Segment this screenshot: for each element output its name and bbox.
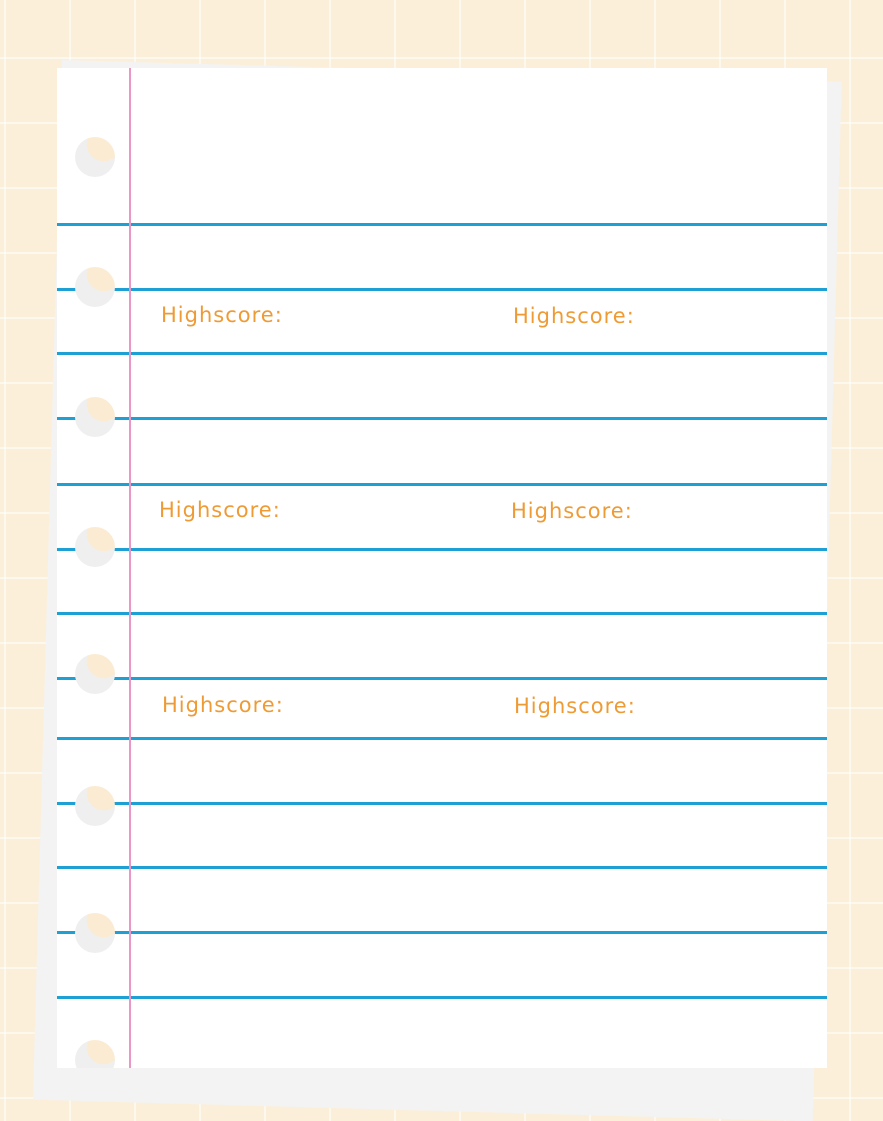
binder-hole xyxy=(75,397,115,437)
rule-line xyxy=(57,802,827,805)
highscore-label-row1-left: Highscore: xyxy=(161,303,283,327)
binder-hole xyxy=(75,913,115,953)
rule-line xyxy=(57,931,827,934)
highscore-label-row3-right: Highscore: xyxy=(514,694,636,718)
rule-line xyxy=(57,223,827,226)
rule-line xyxy=(57,866,827,869)
rule-line xyxy=(57,288,827,291)
rule-line xyxy=(57,483,827,486)
binder-hole xyxy=(75,267,115,307)
binder-hole xyxy=(75,786,115,826)
rule-line xyxy=(57,612,827,615)
binder-hole xyxy=(75,1040,115,1068)
margin-line xyxy=(129,68,131,1068)
highscore-label-row3-left: Highscore: xyxy=(162,693,284,717)
rule-line xyxy=(57,737,827,740)
highscore-label-row2-right: Highscore: xyxy=(511,499,633,523)
rule-line xyxy=(57,417,827,420)
highscore-label-row1-right: Highscore: xyxy=(513,304,635,328)
rule-line xyxy=(57,548,827,551)
rule-line xyxy=(57,996,827,999)
highscore-label-row2-left: Highscore: xyxy=(159,498,281,522)
binder-hole xyxy=(75,654,115,694)
rule-line xyxy=(57,352,827,355)
binder-hole xyxy=(75,137,115,177)
rule-line xyxy=(57,677,827,680)
binder-hole xyxy=(75,527,115,567)
notebook-paper: Highscore: Highscore: Highscore: Highsco… xyxy=(57,68,827,1068)
